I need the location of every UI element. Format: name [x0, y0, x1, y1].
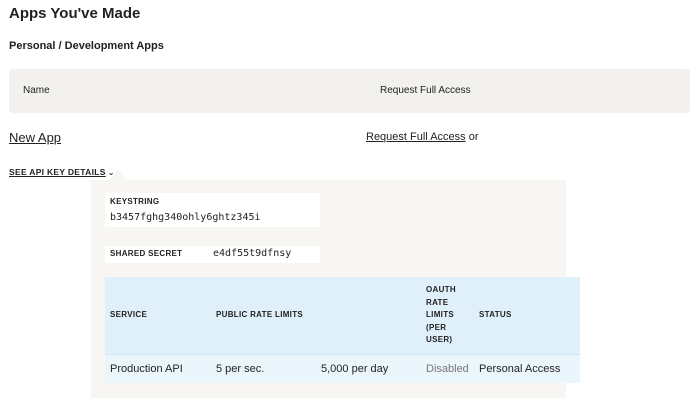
keystring-value[interactable]: b3457fghg340ohly6ghtz345i — [110, 212, 261, 223]
new-app-link[interactable]: New App — [9, 130, 61, 145]
cell-rate-per-sec: 5 per sec. — [216, 363, 265, 375]
table-row: Production API 5 per sec. 5,000 per day … — [105, 354, 580, 383]
section-title: Personal / Development Apps — [9, 40, 164, 52]
column-header-request-full-access: Request Full Access — [380, 85, 471, 96]
shared-secret-label: SHARED SECRET — [110, 249, 183, 258]
shared-secret-box: SHARED SECRET e4df55t9dfnsy — [105, 246, 320, 263]
details-panel-pointer — [109, 170, 127, 180]
see-api-key-details-toggle[interactable]: SEE API KEY DETAILS ⌄ — [9, 167, 115, 177]
page-title: Apps You've Made — [9, 5, 141, 22]
service-table-header: SERVICE PUBLIC RATE LIMITS OAUTH RATE LI… — [105, 277, 580, 354]
keystring-box: KEYSTRING b3457fghg340ohly6ghtz345i — [105, 193, 320, 227]
cell-oauth-status: Disabled — [426, 363, 469, 375]
keystring-label: KEYSTRING — [110, 197, 160, 206]
cell-status: Personal Access — [479, 363, 561, 375]
header-service: SERVICE — [110, 310, 148, 319]
column-header-name: Name — [23, 85, 50, 96]
see-api-key-details-label: SEE API KEY DETAILS — [9, 167, 106, 177]
service-table: SERVICE PUBLIC RATE LIMITS OAUTH RATE LI… — [105, 277, 580, 383]
cell-rate-per-day: 5,000 per day — [321, 363, 389, 375]
shared-secret-value[interactable]: e4df55t9dfnsy — [213, 248, 291, 259]
apps-table-header: Name Request Full Access — [9, 69, 690, 113]
header-oauth-rate-limits: OAUTH RATE LIMITS (PER USER) — [426, 285, 456, 344]
request-access-row: Request Full Access or — [366, 131, 479, 143]
header-public-rate-limits: PUBLIC RATE LIMITS — [216, 310, 304, 319]
request-full-access-link[interactable]: Request Full Access — [366, 131, 466, 143]
header-status: STATUS — [479, 310, 512, 319]
cell-service: Production API — [110, 363, 183, 375]
or-text: or — [468, 131, 479, 143]
